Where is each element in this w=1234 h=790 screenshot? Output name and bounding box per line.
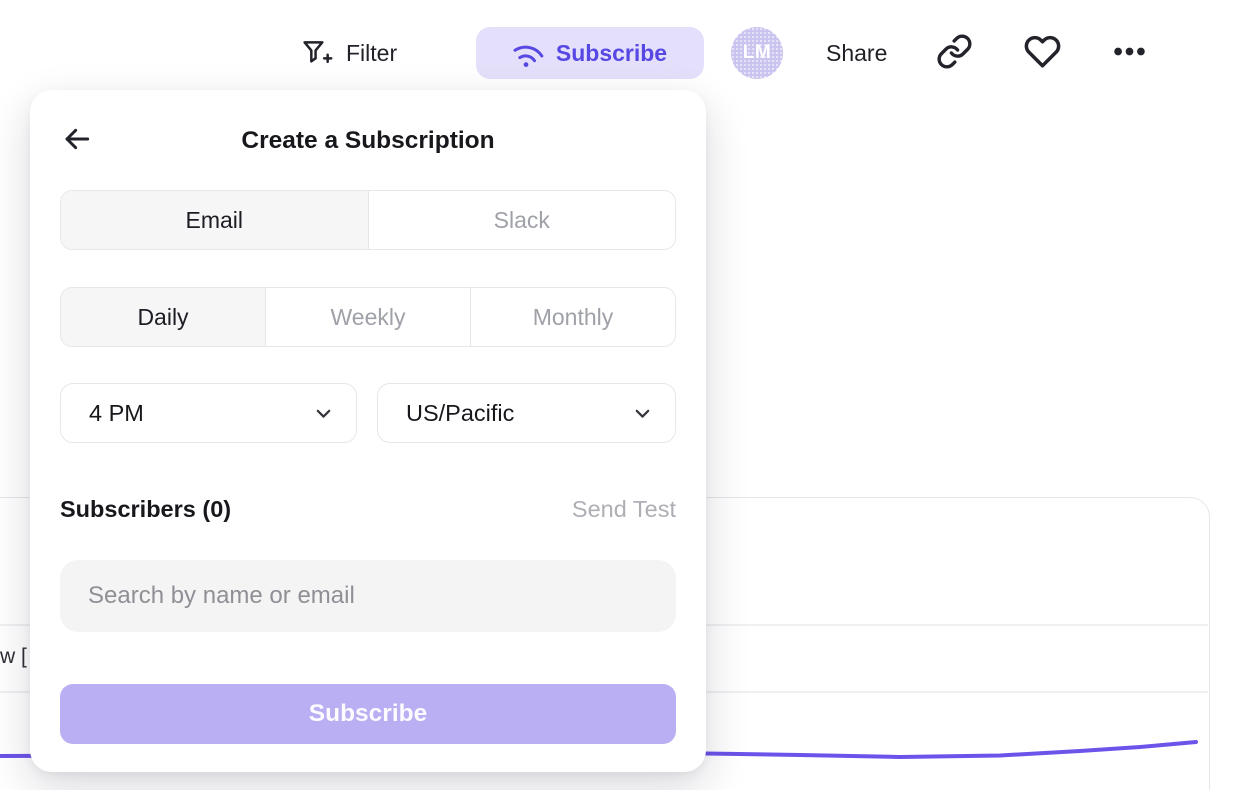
chevron-down-icon: [632, 403, 653, 424]
tab-daily[interactable]: Daily: [61, 288, 266, 346]
filter-label: Filter: [346, 40, 397, 67]
channel-segmented-control: Email Slack: [60, 190, 676, 250]
send-test-button[interactable]: Send Test: [572, 496, 676, 523]
share-button[interactable]: Share: [826, 27, 887, 79]
time-select-value: 4 PM: [89, 400, 144, 427]
ellipsis-icon: [1111, 33, 1148, 70]
frequency-segmented-control: Daily Weekly Monthly: [60, 287, 676, 347]
subscribers-count-label: Subscribers (0): [60, 496, 231, 523]
tab-monthly[interactable]: Monthly: [471, 288, 675, 346]
page: w [ Filter Subscribe LM Share: [0, 0, 1234, 790]
modal-title: Create a Subscription: [30, 127, 706, 155]
subscribe-toolbar-label: Subscribe: [556, 40, 667, 67]
chevron-down-icon: [313, 403, 334, 424]
create-subscription-modal: Create a Subscription Email Slack Daily …: [30, 90, 706, 772]
avatar-initials: LM: [743, 42, 771, 64]
copy-link-button[interactable]: [936, 33, 973, 70]
tab-weekly[interactable]: Weekly: [266, 288, 471, 346]
avatar[interactable]: LM: [731, 27, 783, 79]
subscribe-toolbar-button[interactable]: Subscribe: [476, 27, 704, 79]
share-label: Share: [826, 40, 887, 67]
filter-plus-icon: [301, 38, 333, 68]
clipped-legend-text: w [: [0, 645, 27, 669]
link-icon: [936, 33, 973, 70]
subscribe-submit-button[interactable]: Subscribe: [60, 684, 676, 744]
tab-email[interactable]: Email: [61, 191, 369, 249]
timezone-select-value: US/Pacific: [406, 400, 514, 427]
more-menu-button[interactable]: [1111, 33, 1148, 70]
favorite-button[interactable]: [1024, 33, 1061, 70]
tab-slack[interactable]: Slack: [369, 191, 676, 249]
rss-icon: [507, 32, 548, 73]
heart-icon: [1024, 33, 1061, 70]
time-select[interactable]: 4 PM: [60, 383, 357, 443]
filter-button[interactable]: Filter: [301, 27, 397, 79]
timezone-select[interactable]: US/Pacific: [377, 383, 676, 443]
subscriber-search-input[interactable]: [60, 560, 676, 632]
subscribers-row: Subscribers (0) Send Test: [60, 492, 676, 526]
